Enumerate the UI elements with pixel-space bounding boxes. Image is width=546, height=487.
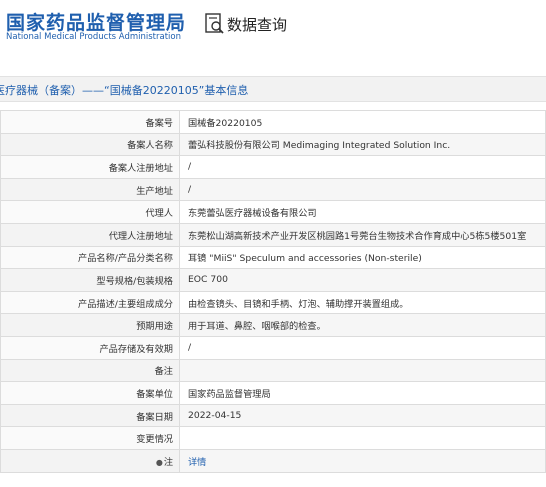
row-label: 备注 [0, 358, 180, 383]
row-label: 变更情况 [0, 426, 180, 450]
table-row: 代理人 东莞蕾弘医疗器械设备有限公司 [0, 200, 546, 224]
table-row: 备案人名称 蕾弘科技股份有限公司 Medimaging Integrated So… [0, 132, 546, 157]
table-row: ●注 详情 [0, 448, 546, 473]
table-row: 型号规格/包装规格 EOC 700 [0, 268, 546, 292]
row-label: 备案人名称 [0, 132, 180, 157]
row-label: 备案号 [0, 110, 180, 134]
table-row: 备案日期 2022-04-15 [0, 403, 546, 428]
row-value: 国械备20220105 [179, 110, 546, 134]
table-row: 备案人注册地址 / [0, 155, 546, 179]
row-label: 产品名称/产品分类名称 [0, 245, 180, 270]
row-value [179, 426, 546, 450]
row-label: 预期用途 [0, 313, 180, 337]
row-label: 备案人注册地址 [0, 155, 180, 179]
row-value: 2022-04-15 [179, 403, 546, 428]
row-value: 东莞松山湖高新技术产业开发区桃园路1号莞台生物技术合作育成中心5栋5楼501室 [179, 222, 546, 247]
note-label: 注 [163, 456, 173, 468]
row-value: 蕾弘科技股份有限公司 Medimaging Integrated Solutio… [179, 132, 546, 157]
row-label: 备案日期 [0, 403, 180, 428]
table-row: 产品描述/主要组成成分 由检查镜头、目镜和手柄、灯泡、辅助撑开装置组成。 [0, 290, 546, 315]
row-label: 型号规格/包装规格 [0, 268, 180, 292]
table-row: 备注 [0, 358, 546, 383]
note-icon: ● [155, 457, 163, 467]
row-label: 备案单位 [0, 381, 180, 405]
record-title-bar: 医疗器械（备案）——“国械备20220105”基本信息 [0, 76, 546, 102]
logo-title-cn: 国家药品监督管理局 [6, 12, 187, 34]
table-row: 备案号 国械备20220105 [0, 110, 546, 134]
table-row: 产品名称/产品分类名称 耳镜 "MiiS" Speculum and access… [0, 245, 546, 270]
site-header: 国家药品监督管理局 National Medical Products Admi… [0, 0, 546, 62]
row-value: 东莞蕾弘医疗器械设备有限公司 [179, 200, 546, 224]
row-value: / [179, 177, 546, 202]
row-label-note: ●注 [0, 448, 180, 473]
row-value: 由检查镜头、目镜和手柄、灯泡、辅助撑开装置组成。 [179, 290, 546, 315]
table-row: 变更情况 [0, 426, 546, 450]
row-value-note: 详情 [179, 448, 546, 473]
query-icon[interactable] [205, 13, 225, 35]
record-info-table: 备案号 国械备20220105 备案人名称 蕾弘科技股份有限公司 Medimagin… [0, 110, 546, 473]
data-query-link[interactable]: 数据查询 [227, 14, 287, 35]
table-row: 生产地址 / [0, 177, 546, 202]
row-label: 产品描述/主要组成成分 [0, 290, 180, 315]
row-value: 用于耳道、鼻腔、咽喉部的检查。 [179, 313, 546, 337]
table-row: 备案单位 国家药品监督管理局 [0, 381, 546, 405]
row-value: 耳镜 "MiiS" Speculum and accessories (Non-… [179, 245, 546, 270]
row-label: 生产地址 [0, 177, 180, 202]
row-label: 产品存储及有效期 [0, 335, 180, 360]
details-link[interactable]: 详情 [188, 457, 206, 468]
row-value: EOC 700 [179, 268, 546, 292]
table-row: 预期用途 用于耳道、鼻腔、咽喉部的检查。 [0, 313, 546, 337]
record-title: 医疗器械（备案）——“国械备20220105”基本信息 [0, 84, 249, 97]
table-row: 代理人注册地址 东莞松山湖高新技术产业开发区桃园路1号莞台生物技术合作育成中心5栋… [0, 222, 546, 247]
table-row: 产品存储及有效期 / [0, 335, 546, 360]
row-value: / [179, 335, 546, 360]
row-value [179, 358, 546, 383]
logo-title-en: National Medical Products Administration [6, 32, 181, 42]
row-value: / [179, 155, 546, 179]
row-label: 代理人 [0, 200, 180, 224]
row-value: 国家药品监督管理局 [179, 381, 546, 405]
row-label: 代理人注册地址 [0, 222, 180, 247]
